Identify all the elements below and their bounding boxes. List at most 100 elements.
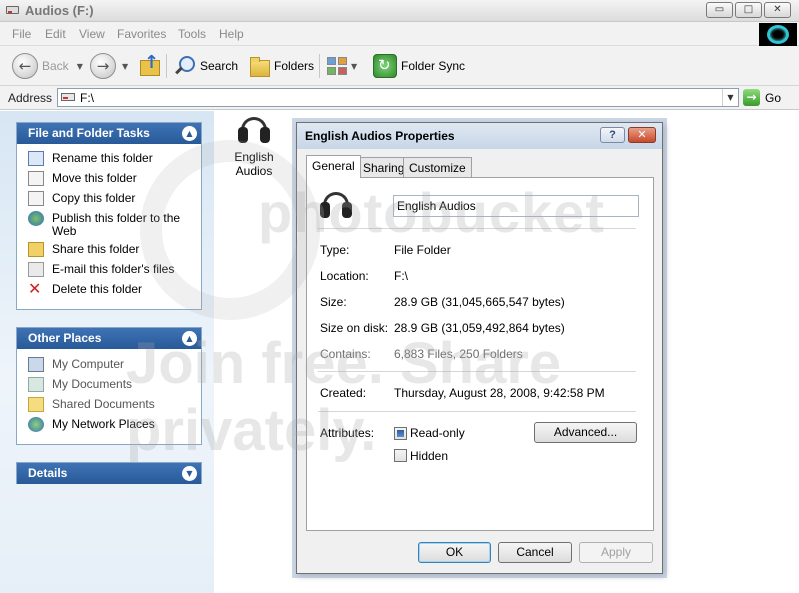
file-folder-tasks-panel: File and Folder Tasks ▲ Rename this fold… bbox=[16, 122, 202, 310]
advanced-button[interactable]: Advanced... bbox=[534, 422, 637, 443]
back-arrow-icon: ← bbox=[12, 53, 38, 79]
task-publish-folder[interactable]: Publish this folder to the Web bbox=[17, 211, 201, 238]
folders-icon bbox=[248, 55, 270, 77]
up-folder-button[interactable] bbox=[138, 52, 160, 80]
back-button[interactable]: ← Back ▼ bbox=[12, 52, 83, 80]
search-button[interactable]: Search bbox=[174, 52, 238, 80]
place-my-computer[interactable]: My Computer bbox=[17, 357, 201, 372]
address-value: F:\ bbox=[80, 91, 94, 105]
share-icon bbox=[28, 242, 44, 257]
size-on-disk-label: Size on disk: bbox=[320, 321, 389, 335]
task-label: Delete this folder bbox=[52, 282, 143, 296]
place-shared-documents[interactable]: Shared Documents bbox=[17, 397, 201, 412]
size-on-disk-value: 28.9 GB (31,059,492,864 bytes) bbox=[394, 321, 565, 335]
hidden-checkbox[interactable] bbox=[394, 449, 407, 462]
task-label: E-mail this folder's files bbox=[52, 262, 175, 276]
close-button[interactable]: ✕ bbox=[764, 2, 791, 18]
help-button[interactable]: ? bbox=[600, 127, 625, 143]
headphones-icon bbox=[319, 190, 353, 220]
toolbar-separator bbox=[319, 54, 320, 78]
divider bbox=[318, 228, 636, 229]
computer-icon bbox=[28, 357, 44, 372]
dialog-close-button[interactable]: ✕ bbox=[628, 127, 656, 143]
place-network-places[interactable]: My Network Places bbox=[17, 417, 201, 432]
divider bbox=[318, 411, 636, 412]
size-label: Size: bbox=[320, 295, 347, 309]
task-move-folder[interactable]: Move this folder bbox=[17, 171, 201, 186]
menu-edit[interactable]: Edit bbox=[45, 27, 66, 41]
task-delete-folder[interactable]: ✕ Delete this folder bbox=[17, 281, 201, 297]
views-button[interactable]: ▼ bbox=[326, 52, 357, 80]
tab-general[interactable]: General bbox=[306, 155, 361, 178]
other-places-header[interactable]: Other Places ▲ bbox=[17, 328, 201, 349]
menu-view[interactable]: View bbox=[79, 27, 105, 41]
task-label: Move this folder bbox=[52, 171, 137, 185]
place-label: My Documents bbox=[52, 377, 133, 391]
task-share-folder[interactable]: Share this folder bbox=[17, 242, 201, 257]
task-email-files[interactable]: E-mail this folder's files bbox=[17, 262, 201, 277]
expand-chevron-icon[interactable]: ▼ bbox=[182, 466, 197, 481]
go-label: Go bbox=[765, 90, 782, 105]
place-label: Shared Documents bbox=[52, 397, 155, 411]
minimize-button[interactable]: ▭ bbox=[706, 2, 733, 18]
folders-button[interactable]: Folders bbox=[248, 52, 314, 80]
type-value: File Folder bbox=[394, 243, 451, 257]
task-label: Rename this folder bbox=[52, 151, 153, 165]
collapse-chevron-icon[interactable]: ▲ bbox=[182, 331, 197, 346]
task-label: Share this folder bbox=[52, 242, 140, 256]
location-label: Location: bbox=[320, 269, 369, 283]
ok-button[interactable]: OK bbox=[418, 542, 491, 563]
task-copy-folder[interactable]: Copy this folder bbox=[17, 191, 201, 206]
publish-web-icon bbox=[28, 211, 44, 226]
readonly-checkbox[interactable] bbox=[394, 427, 407, 440]
place-my-documents[interactable]: My Documents bbox=[17, 377, 201, 392]
address-dropdown-icon[interactable]: ▼ bbox=[722, 89, 738, 106]
menu-file[interactable]: File bbox=[12, 27, 31, 41]
other-places-title: Other Places bbox=[28, 331, 102, 345]
file-folder-tasks-header[interactable]: File and Folder Tasks ▲ bbox=[17, 123, 201, 144]
forward-button[interactable]: → ▼ bbox=[90, 52, 128, 80]
views-icon bbox=[326, 55, 348, 77]
menu-help[interactable]: Help bbox=[219, 27, 244, 41]
task-label: Publish this folder to the Web bbox=[52, 211, 181, 238]
details-title: Details bbox=[28, 466, 68, 480]
shared-folder-icon bbox=[28, 397, 44, 412]
copy-icon bbox=[28, 191, 44, 206]
email-icon bbox=[28, 262, 44, 277]
tab-customize[interactable]: Customize bbox=[403, 157, 472, 177]
collapse-chevron-icon[interactable]: ▲ bbox=[182, 126, 197, 141]
folder-item[interactable]: English Audios bbox=[216, 115, 292, 178]
move-icon bbox=[28, 171, 44, 186]
details-panel: Details ▼ bbox=[16, 462, 202, 484]
menu-favorites[interactable]: Favorites bbox=[117, 27, 166, 41]
task-label: Copy this folder bbox=[52, 191, 136, 205]
go-button[interactable]: → Go bbox=[743, 88, 793, 107]
network-icon bbox=[28, 417, 44, 432]
task-rename-folder[interactable]: Rename this folder bbox=[17, 151, 201, 166]
hidden-label: Hidden bbox=[410, 449, 449, 463]
folders-label: Folders bbox=[274, 59, 315, 73]
details-header[interactable]: Details ▼ bbox=[17, 463, 201, 484]
window-title-bar[interactable]: Audios (F:) ▭ □ ✕ bbox=[0, 0, 799, 22]
file-folder-tasks-title: File and Folder Tasks bbox=[28, 126, 150, 140]
address-input[interactable]: F:\ ▼ bbox=[57, 88, 739, 107]
dialog-title-bar[interactable]: English Audios Properties ? ✕ bbox=[297, 123, 662, 149]
menu-tools[interactable]: Tools bbox=[178, 27, 206, 41]
task-pane: File and Folder Tasks ▲ Rename this fold… bbox=[0, 111, 214, 593]
folder-name-input[interactable]: English Audios bbox=[393, 195, 639, 217]
headphones-icon bbox=[237, 115, 271, 145]
apply-button[interactable]: Apply bbox=[579, 542, 653, 563]
drive-icon bbox=[61, 93, 75, 101]
forward-arrow-icon: → bbox=[90, 53, 116, 79]
cancel-button[interactable]: Cancel bbox=[498, 542, 572, 563]
maximize-button[interactable]: □ bbox=[735, 2, 762, 18]
go-arrow-icon: → bbox=[743, 89, 760, 106]
folder-sync-button[interactable]: Folder Sync bbox=[373, 52, 465, 80]
address-bar: Address F:\ ▼ → Go bbox=[0, 86, 799, 110]
created-label: Created: bbox=[320, 386, 367, 400]
up-folder-icon bbox=[138, 52, 160, 78]
folder-item-label: English Audios bbox=[234, 150, 274, 178]
window-title: Audios (F:) bbox=[25, 3, 94, 18]
properties-dialog: English Audios Properties ? ✕ General Sh… bbox=[296, 122, 663, 574]
created-value: Thursday, August 28, 2008, 9:42:58 PM bbox=[394, 386, 605, 400]
